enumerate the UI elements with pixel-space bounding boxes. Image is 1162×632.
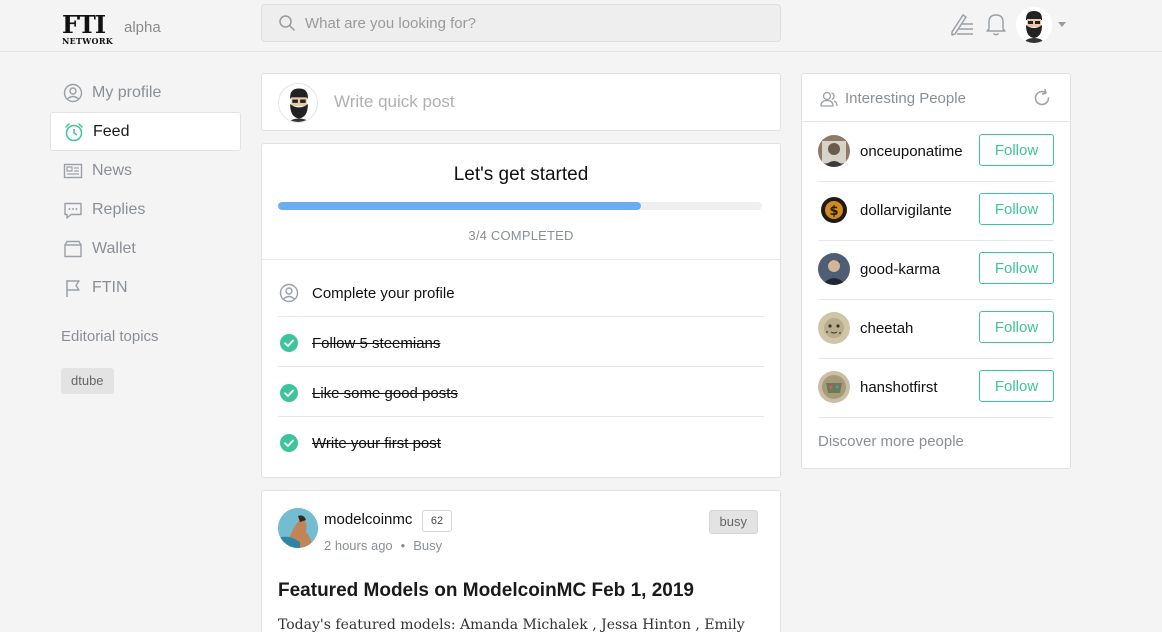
post-title[interactable]: Featured Models on ModelcoinMC Feb 1, 20… xyxy=(278,580,694,602)
divider xyxy=(818,417,1054,418)
task-label: Like some good posts xyxy=(312,384,458,402)
sidebar-item-feed[interactable]: Feed xyxy=(50,112,241,151)
person-avatar[interactable] xyxy=(818,371,850,403)
task-label: Write your first post xyxy=(312,434,441,452)
person-row: hanshotfirst Follow xyxy=(818,358,1054,417)
person-avatar[interactable]: $ xyxy=(818,194,850,226)
separator-dot: • xyxy=(400,538,406,553)
getting-started-card: Let's get started 3/4 COMPLETED Complete… xyxy=(261,143,781,478)
divider xyxy=(278,366,764,367)
sidebar-item-label: News xyxy=(92,161,133,179)
post-app[interactable]: Busy xyxy=(413,538,442,553)
post-tag[interactable]: busy xyxy=(708,510,758,534)
task-label: Complete your profile xyxy=(312,284,455,302)
sidebar-item-label: My profile xyxy=(92,83,162,101)
person-name[interactable]: dollarvigilante xyxy=(860,202,952,219)
sidebar-item-replies[interactable]: Replies xyxy=(50,190,241,229)
post-time[interactable]: 2 hours ago xyxy=(324,538,393,553)
user-avatar[interactable] xyxy=(1016,7,1052,43)
sidebar-item-label: Wallet xyxy=(92,239,136,257)
users-icon xyxy=(820,90,838,113)
divider xyxy=(278,316,764,317)
logo[interactable]: FTI NETWORK xyxy=(62,10,116,50)
bell-icon[interactable] xyxy=(984,10,1008,43)
sidebar-item-label: Feed xyxy=(93,122,130,140)
quick-post-input[interactable]: Write quick post xyxy=(334,92,455,112)
sidebar-item-news[interactable]: News xyxy=(50,151,241,190)
sidebar-item-wallet[interactable]: Wallet xyxy=(50,229,241,268)
task-write-first-post[interactable]: Write your first post xyxy=(278,418,764,468)
progress-bar xyxy=(278,202,762,210)
progress-label: 3/4 COMPLETED xyxy=(468,228,574,243)
person-avatar[interactable] xyxy=(818,135,850,167)
interesting-people-header: Interesting People xyxy=(802,74,1070,122)
follow-button[interactable]: Follow xyxy=(979,252,1054,284)
check-circle-icon xyxy=(278,432,300,454)
editorial-topics-heading: Editorial topics xyxy=(61,328,159,345)
chat-bubble-icon xyxy=(62,199,84,221)
user-avatar xyxy=(278,83,318,123)
chevron-down-icon[interactable] xyxy=(1058,22,1066,27)
wallet-icon xyxy=(62,238,84,260)
person-name[interactable]: good-karma xyxy=(860,261,940,278)
person-name[interactable]: hanshotfirst xyxy=(860,379,938,396)
clock-icon xyxy=(63,121,85,143)
task-label: Follow 5 steemians xyxy=(312,334,441,352)
person-row: good-karma Follow xyxy=(818,240,1054,299)
search-icon xyxy=(278,14,296,37)
task-complete-profile[interactable]: Complete your profile xyxy=(278,268,764,318)
reputation-badge: 62 xyxy=(422,510,452,532)
quick-post-card[interactable]: Write quick post xyxy=(261,73,781,131)
post-meta: 2 hours ago • Busy xyxy=(324,538,442,553)
follow-button[interactable]: Follow xyxy=(979,311,1054,343)
follow-button[interactable]: Follow xyxy=(979,370,1054,402)
search-input[interactable] xyxy=(305,5,765,41)
logo-subtext: NETWORK xyxy=(62,36,114,46)
divider xyxy=(262,259,780,260)
feed-post: modelcoinmc 62 2 hours ago • Busy busy Fea… xyxy=(261,490,781,632)
follow-button[interactable]: Follow xyxy=(979,134,1054,166)
logo-text: FTI xyxy=(62,10,106,39)
user-circle-icon xyxy=(278,282,300,304)
sidebar-nav: My profile Feed News Replies Wallet FTIN xyxy=(50,73,241,307)
person-row: $ dollarvigilante Follow xyxy=(818,181,1054,240)
sidebar-item-ftin[interactable]: FTIN xyxy=(50,268,241,307)
check-circle-icon xyxy=(278,382,300,404)
check-circle-icon xyxy=(278,332,300,354)
sidebar-item-my-profile[interactable]: My profile xyxy=(50,73,241,112)
author-avatar[interactable] xyxy=(278,508,318,548)
person-name[interactable]: cheetah xyxy=(860,320,913,337)
interesting-people-title: Interesting People xyxy=(845,90,966,107)
edition-label: alpha xyxy=(124,19,161,36)
author-name[interactable]: modelcoinmc xyxy=(324,511,412,528)
newspaper-icon xyxy=(62,160,84,182)
flag-icon xyxy=(62,277,84,299)
user-circle-icon xyxy=(62,82,84,104)
person-avatar[interactable] xyxy=(818,253,850,285)
person-row: onceuponatime Follow xyxy=(818,122,1054,181)
sidebar-item-label: Replies xyxy=(92,200,146,218)
topic-chip-dtube[interactable]: dtube xyxy=(61,368,114,394)
divider xyxy=(278,416,764,417)
follow-button[interactable]: Follow xyxy=(979,193,1054,225)
write-post-icon[interactable] xyxy=(949,10,975,43)
task-like-posts[interactable]: Like some good posts xyxy=(278,368,764,418)
svg-text:$: $ xyxy=(829,204,838,219)
top-bar: FTI NETWORK alpha xyxy=(0,0,1162,52)
discover-more-link[interactable]: Discover more people xyxy=(818,433,964,450)
task-follow-steemians[interactable]: Follow 5 steemians xyxy=(278,318,764,368)
sidebar-item-label: FTIN xyxy=(92,278,128,296)
post-excerpt[interactable]: Today's featured models: Amanda Michalek… xyxy=(278,617,745,632)
refresh-icon[interactable] xyxy=(1032,88,1052,113)
getting-started-title: Let's get started xyxy=(453,164,589,185)
person-avatar[interactable] xyxy=(818,312,850,344)
person-row: cheetah Follow xyxy=(818,299,1054,358)
interesting-people-card: Interesting People onceuponatime Follow … xyxy=(801,73,1071,469)
person-name[interactable]: onceuponatime xyxy=(860,143,963,160)
progress-fill xyxy=(278,202,641,210)
search-bar[interactable] xyxy=(261,4,781,42)
